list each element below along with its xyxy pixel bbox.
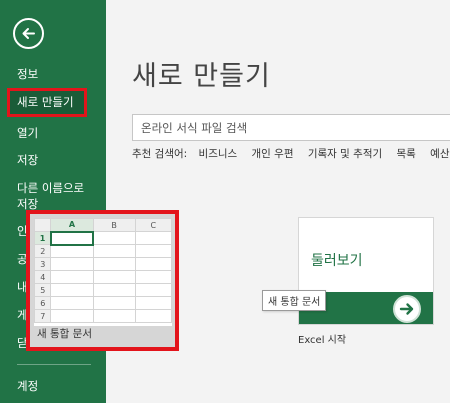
back-arrow-icon — [22, 28, 35, 39]
tour-caption: Excel 시작 — [298, 335, 347, 346]
workbook-preview: A B C 1 2 3 4 5 6 7 — [34, 218, 172, 326]
sidebar-item-info[interactable]: 정보 — [0, 66, 106, 82]
suggested-searches: 추천 검색어: 비즈니스 개인 우편 기록자 및 추적기 목록 예산 — [132, 146, 450, 161]
tour-title: 둘러보기 — [311, 253, 363, 269]
back-button[interactable] — [13, 18, 44, 49]
tooltip: 새 통합 문서 — [262, 290, 327, 311]
sidebar-divider — [17, 364, 91, 365]
suggested-search-link[interactable]: 개인 우편 — [252, 148, 294, 160]
column-header: C — [134, 218, 172, 232]
row-header: 1 — [34, 231, 52, 245]
suggested-search-link[interactable]: 목록 — [396, 148, 415, 160]
row-header: 5 — [34, 283, 52, 297]
page-title: 새로 만들기 — [132, 61, 271, 92]
row-header: 6 — [34, 296, 52, 310]
row-header: 7 — [34, 309, 52, 323]
preview-grid: A B C 1 2 3 4 5 6 7 — [34, 218, 172, 323]
template-search-input[interactable]: 온라인 서식 파일 검색 — [132, 114, 450, 141]
sidebar-item-open[interactable]: 열기 — [0, 125, 106, 141]
grid-corner — [34, 218, 52, 232]
sidebar-item-new[interactable]: 새로 만들기 — [7, 88, 87, 117]
row-header: 4 — [34, 270, 52, 284]
tour-go-button[interactable] — [393, 295, 421, 323]
suggested-search-link[interactable]: 기록자 및 추적기 — [308, 148, 382, 160]
selected-cell — [49, 230, 95, 246]
row-header: 2 — [34, 244, 52, 258]
sidebar-item-save-as[interactable]: 다른 이름으로 저장 — [0, 180, 100, 212]
sidebar-item-save[interactable]: 저장 — [0, 152, 106, 168]
row-header: 3 — [34, 257, 52, 271]
column-header: B — [92, 218, 136, 232]
suggested-search-link[interactable]: 비즈니스 — [199, 148, 238, 160]
blank-workbook-tile[interactable]: A B C 1 2 3 4 5 6 7 새 통합 문서 — [26, 210, 179, 351]
arrow-right-icon — [399, 303, 414, 315]
blank-workbook-caption: 새 통합 문서 — [37, 328, 92, 340]
sidebar-item-account[interactable]: 계정 — [0, 378, 106, 394]
column-header: A — [50, 218, 94, 232]
suggested-search-link[interactable]: 예산 — [430, 148, 449, 160]
suggested-searches-label: 추천 검색어: — [132, 148, 188, 160]
